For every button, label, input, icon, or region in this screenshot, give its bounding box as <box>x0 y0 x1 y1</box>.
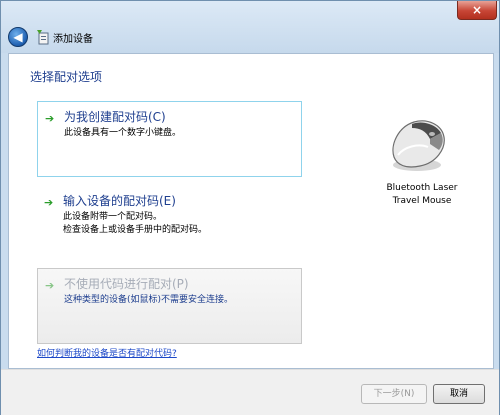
option-title: 输入设备的配对码(E) <box>63 194 176 208</box>
option-title: 不使用代码进行配对(P) <box>64 277 189 291</box>
dialog-window: × ◀ 添加设备 选择配对选项 ➔ 为我创建配对码(C) 此设备具有一个数字小键… <box>0 0 500 415</box>
option-enter-pairing-code[interactable]: ➔ 输入设备的配对码(E) 此设备附带一个配对码。 检查设备上或设备手册中的配对… <box>37 186 302 238</box>
add-device-icon <box>37 30 49 45</box>
option-description-line: 检查设备上或设备手册中的配对码。 <box>63 225 208 235</box>
back-arrow-icon: ◀ <box>13 30 23 44</box>
mouse-icon <box>392 120 445 171</box>
close-button[interactable]: × <box>457 1 497 20</box>
option-description-line: 这种类型的设备(如鼠标)不需要安全连接。 <box>64 295 234 305</box>
next-button[interactable]: 下一步(N) <box>361 384 427 404</box>
option-description: 此设备附带一个配对码。 检查设备上或设备手册中的配对码。 <box>63 211 207 237</box>
green-arrow-icon: ➔ <box>45 279 55 292</box>
option-pair-without-code[interactable]: ➔ 不使用代码进行配对(P) 这种类型的设备(如鼠标)不需要安全连接。 <box>37 268 302 344</box>
green-arrow-icon: ➔ <box>44 196 54 209</box>
option-description-line: 此设备具有一个数字小键盘。 <box>64 128 182 138</box>
option-description: 此设备具有一个数字小键盘。 <box>64 127 181 140</box>
green-arrow-icon: ➔ <box>45 112 55 125</box>
device-name-line: Bluetooth Laser <box>386 183 458 193</box>
option-title: 为我创建配对码(C) <box>64 110 166 124</box>
cancel-button[interactable]: 取消 <box>433 384 485 404</box>
title-bar: × ◀ 添加设备 <box>1 1 499 53</box>
back-button[interactable]: ◀ <box>8 27 28 47</box>
page-heading: 选择配对选项 <box>30 70 103 84</box>
option-description-line: 此设备附带一个配对码。 <box>63 212 163 222</box>
device-name-line: Travel Mouse <box>392 196 452 206</box>
option-description: 这种类型的设备(如鼠标)不需要安全连接。 <box>64 294 233 307</box>
pairing-code-help-link[interactable]: 如何判断我的设备是否有配对代码? <box>37 346 177 359</box>
device-name: Bluetooth Laser Travel Mouse <box>366 182 478 208</box>
window-title: 添加设备 <box>53 34 93 45</box>
option-create-pairing-code[interactable]: ➔ 为我创建配对码(C) 此设备具有一个数字小键盘。 <box>37 101 302 177</box>
